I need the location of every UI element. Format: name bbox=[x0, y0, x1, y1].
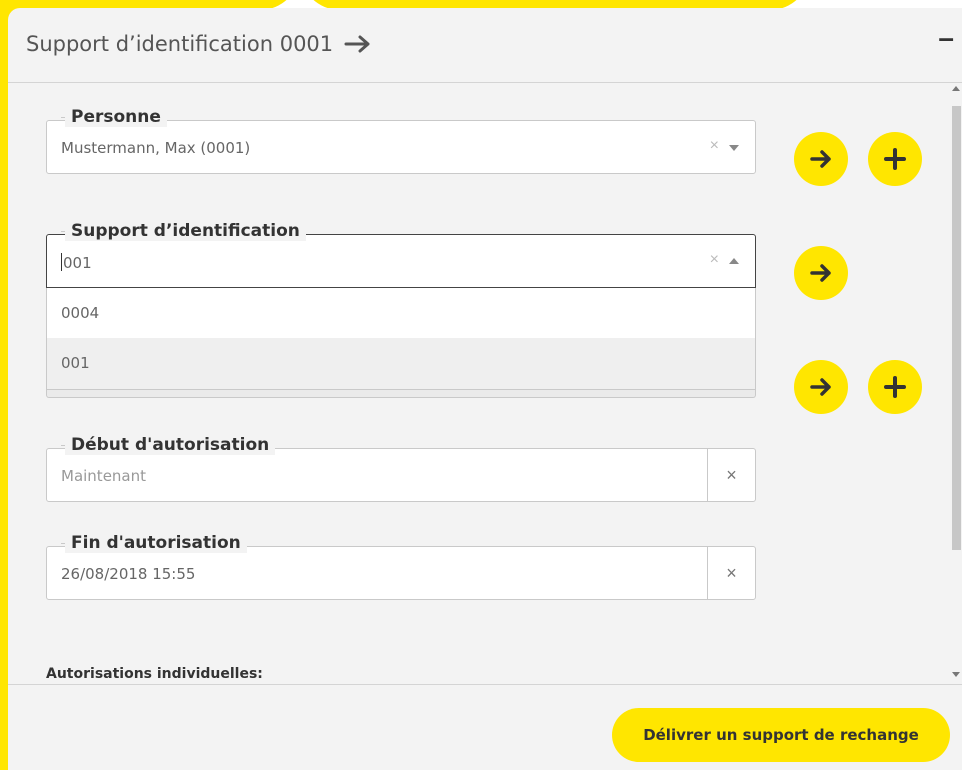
clear-icon[interactable]: × bbox=[710, 251, 719, 269]
clear-icon[interactable]: × bbox=[710, 137, 719, 155]
medium-dropdown-list: 0004 001 bbox=[46, 288, 756, 390]
go-to-button[interactable] bbox=[794, 360, 848, 414]
medium-label: Support d’identification bbox=[61, 221, 306, 241]
individual-authorizations-heading: Autorisations individuelles: bbox=[46, 666, 263, 682]
person-value: Mustermann, Max (0001) bbox=[61, 139, 251, 157]
scrollbar-thumb[interactable] bbox=[952, 106, 961, 550]
chevron-up-icon[interactable] bbox=[729, 258, 739, 264]
identification-medium-panel: Support d’identification 0001 – Personne… bbox=[8, 8, 962, 770]
authorization-start-field[interactable]: Début d'autorisation Maintenant × bbox=[46, 435, 756, 502]
scroll-down-icon[interactable] bbox=[952, 672, 960, 677]
add-button[interactable] bbox=[868, 360, 922, 414]
panel-header: Support d’identification 0001 – bbox=[8, 8, 962, 83]
authorization-start-label: Début d'autorisation bbox=[60, 435, 276, 455]
panel-title[interactable]: Support d’identification 0001 bbox=[26, 32, 374, 56]
clear-start-button[interactable]: × bbox=[707, 449, 755, 501]
dropdown-option-highlighted[interactable]: 001 bbox=[47, 338, 755, 389]
panel-title-text: Support d’identification 0001 bbox=[26, 32, 334, 56]
issue-replacement-button[interactable]: Délivrer un support de rechange bbox=[612, 708, 950, 762]
panel-footer: Délivrer un support de rechange bbox=[8, 684, 962, 770]
add-person-button[interactable] bbox=[868, 132, 922, 186]
arrow-right-icon bbox=[810, 264, 831, 282]
form-scroll-area: Personne Mustermann, Max (0001) × Suppor… bbox=[8, 84, 962, 684]
clear-end-button[interactable]: × bbox=[707, 547, 755, 599]
go-to-person-button[interactable] bbox=[794, 132, 848, 186]
go-to-medium-button[interactable] bbox=[794, 246, 848, 300]
chevron-down-icon[interactable] bbox=[729, 145, 739, 151]
arrow-right-icon bbox=[344, 35, 370, 53]
authorization-end-field[interactable]: Fin d'autorisation 26/08/2018 15:55 × bbox=[46, 533, 756, 600]
plus-icon bbox=[884, 148, 906, 170]
medium-search-input[interactable]: 001 bbox=[61, 253, 92, 272]
collapse-button[interactable]: – bbox=[938, 24, 954, 52]
plus-icon bbox=[884, 376, 906, 398]
scroll-up-icon[interactable] bbox=[952, 86, 960, 91]
authorization-end-label: Fin d'autorisation bbox=[61, 533, 247, 553]
authorization-start-value: Maintenant bbox=[61, 467, 147, 485]
dropdown-option[interactable]: 0004 bbox=[47, 288, 755, 338]
scrollbar[interactable] bbox=[950, 84, 962, 684]
arrow-right-icon bbox=[810, 378, 831, 396]
medium-select[interactable]: Support d’identification 001 × bbox=[46, 221, 756, 288]
person-label: Personne bbox=[61, 107, 167, 127]
arrow-right-icon bbox=[810, 150, 831, 168]
authorization-end-value: 26/08/2018 15:55 bbox=[61, 565, 196, 583]
text-cursor bbox=[61, 253, 62, 271]
person-select[interactable]: Personne Mustermann, Max (0001) × bbox=[46, 107, 756, 174]
medium-search-value: 001 bbox=[63, 254, 92, 272]
